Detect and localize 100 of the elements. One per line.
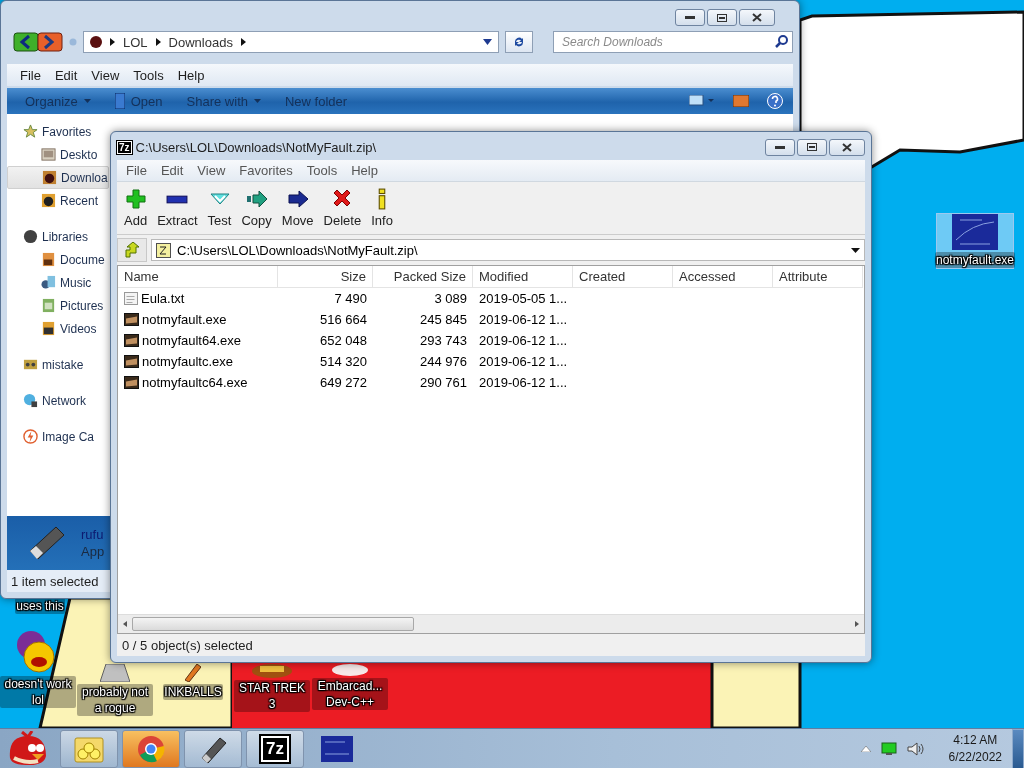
dropdown-icon[interactable] (483, 39, 492, 45)
sidebar-item[interactable]: Videos (7, 317, 109, 340)
up-arrow-icon (124, 242, 140, 258)
show-desktop-button[interactable] (1012, 729, 1024, 768)
packed-size-cell-text: 244 976 (419, 353, 468, 371)
file-name-cell[interactable]: Eula.txt (118, 288, 278, 309)
taskbar-button[interactable]: 7z (246, 730, 304, 768)
toolbar-button[interactable]: Add (119, 186, 153, 230)
sidebar-item[interactable]: mistake (7, 353, 109, 376)
toolbar-button[interactable]: Delete (318, 186, 367, 230)
taskbar-button[interactable] (122, 730, 180, 768)
column-header[interactable]: Attribute (773, 266, 863, 288)
menu-item[interactable]: Help (346, 162, 383, 179)
sidebar-item[interactable]: Image Ca (7, 425, 109, 448)
modified-cell-text: 2019-06-12 1... (478, 311, 569, 329)
address-bar[interactable]: LOL Downloads (83, 31, 499, 53)
breadcrumb[interactable]: LOL (123, 34, 148, 50)
minimize-button[interactable] (765, 138, 795, 156)
file-name: rufu (81, 527, 105, 542)
sidebar-item[interactable]: Docume (7, 248, 109, 271)
restore-icon (807, 143, 817, 151)
close-button[interactable] (739, 9, 775, 26)
file-name-cell[interactable]: notmyfault64.exe (118, 330, 278, 351)
search-icon (775, 35, 788, 48)
scroll-left-icon[interactable] (123, 621, 127, 627)
minimize-button[interactable] (675, 9, 705, 26)
file-name-cell[interactable]: notmyfaultc64.exe (118, 372, 278, 393)
size-cell-text: 7 490 (333, 290, 368, 308)
menu-item[interactable]: View (192, 162, 231, 179)
close-icon (842, 142, 852, 152)
minimize-icon (685, 16, 695, 19)
search-field[interactable]: Search Downloads (553, 31, 793, 53)
column-header[interactable]: Size (278, 266, 373, 288)
menu-item[interactable]: Favorites (234, 162, 298, 179)
sidebar-item[interactable]: Pictures (7, 294, 109, 317)
help-icon[interactable] (767, 93, 783, 109)
extract-icon (166, 194, 189, 204)
menu-item[interactable]: File (15, 66, 46, 84)
app-icon (114, 93, 125, 109)
file-name-cell[interactable]: notmyfaultc.exe (118, 351, 278, 372)
dropdown-icon[interactable] (851, 247, 860, 253)
packed-size-cell-text: 290 761 (419, 374, 468, 392)
column-header[interactable]: Accessed (673, 266, 773, 288)
browser-icon (136, 734, 166, 764)
menu-item[interactable]: View (86, 66, 125, 84)
network-icon[interactable] (880, 742, 897, 756)
sidebar-item[interactable]: Downloa (7, 166, 109, 189)
refresh-button[interactable] (505, 31, 533, 53)
toolbar-button[interactable]: Extract (152, 186, 203, 230)
emblem-icon (252, 664, 292, 678)
breadcrumb[interactable]: Downloads (168, 34, 233, 50)
horizontal-scrollbar[interactable] (118, 614, 864, 633)
menu-item[interactable]: Edit (49, 66, 83, 84)
program-icon (124, 376, 139, 389)
sidebar-item[interactable]: Libraries (7, 225, 109, 248)
path-field[interactable]: C:\Users\LOL\Downloads\NotMyFault.zip\ (151, 239, 865, 261)
clock[interactable]: 4:12 AM 6/22/2022 (948, 732, 1002, 766)
desktop-shortcut[interactable]: notmyfault.exe (936, 213, 1014, 269)
file-type: App (81, 544, 105, 559)
column-header[interactable]: Modified (473, 266, 573, 288)
close-button[interactable] (829, 138, 865, 156)
add-icon (124, 188, 147, 210)
chevron-icon (110, 38, 115, 46)
view-icon[interactable] (689, 95, 715, 107)
sidebar-item[interactable]: Recent (7, 189, 109, 212)
maximize-button[interactable] (797, 138, 827, 156)
sidebar-item[interactable]: Music (7, 271, 109, 294)
menu-item[interactable]: Help (172, 66, 210, 84)
toolbar-button[interactable]: Copy (236, 186, 277, 230)
copy-icon (245, 188, 268, 210)
show-hidden-icon[interactable] (860, 746, 871, 752)
toolbar-button[interactable]: Test (202, 186, 237, 230)
recent-icon (41, 193, 56, 208)
column-header[interactable]: Name (118, 266, 278, 288)
program-icon (124, 355, 139, 368)
program-icon (124, 334, 139, 347)
taskbar-button[interactable] (184, 730, 242, 768)
scroll-right-icon[interactable] (855, 621, 859, 627)
up-folder-button[interactable] (117, 238, 147, 262)
sidebar-item[interactable]: Network (7, 389, 109, 412)
refresh-icon (514, 37, 524, 47)
sidebar-item[interactable]: Favorites (7, 120, 109, 143)
sidebar-item[interactable]: Deskto (7, 143, 109, 166)
taskbar-button[interactable] (60, 730, 118, 768)
usb-drive-icon (29, 526, 65, 560)
menu-item[interactable]: Edit (155, 162, 189, 179)
toolbar-button[interactable]: Move (276, 186, 319, 230)
camera-icon (23, 429, 38, 444)
volume-icon[interactable] (906, 742, 925, 756)
back-forward-icon[interactable] (13, 31, 63, 53)
toolbar-button[interactable]: Info (366, 186, 398, 230)
column-header[interactable]: Packed Size (373, 266, 473, 288)
column-header[interactable]: Created (573, 266, 673, 288)
menu-item[interactable]: Tools (128, 66, 169, 84)
minimize-icon (775, 145, 785, 149)
menu-item[interactable]: File (121, 162, 152, 179)
menu-item[interactable]: Tools (301, 162, 343, 179)
maximize-button[interactable] (707, 9, 737, 26)
file-name-cell[interactable]: notmyfault.exe (118, 309, 278, 330)
network-icon (23, 393, 38, 408)
